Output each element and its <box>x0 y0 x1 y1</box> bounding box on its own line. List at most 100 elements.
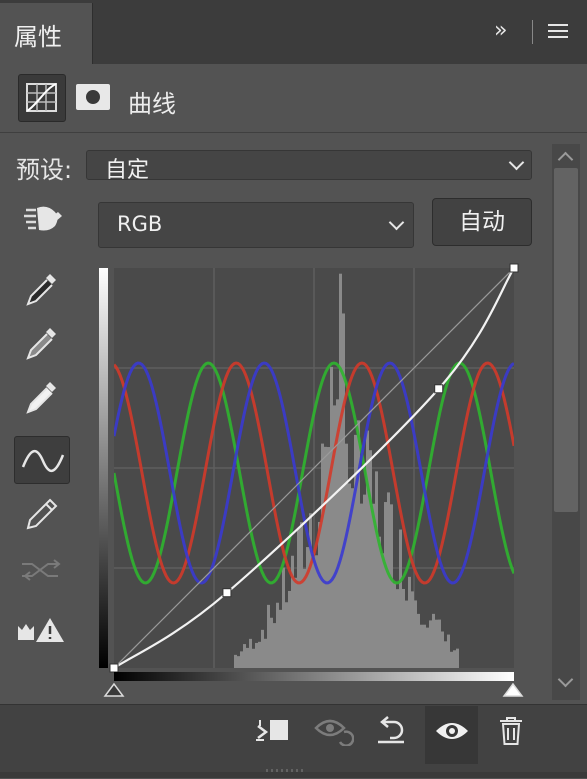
scrollbar-thumb[interactable] <box>554 168 578 512</box>
histogram-bar <box>270 617 273 668</box>
histogram-bar <box>342 313 345 668</box>
histogram-bar <box>237 656 240 668</box>
clipping-warning-icon[interactable] <box>14 606 70 654</box>
visibility-eye-icon[interactable] <box>433 718 471 744</box>
histogram-bar <box>288 590 291 668</box>
histogram-bar <box>444 641 447 668</box>
channel-dropdown[interactable]: RGB <box>98 202 414 248</box>
adjustment-title: 曲线 <box>128 90 176 118</box>
auto-button[interactable]: 自动 <box>432 198 532 246</box>
histogram-bar <box>438 619 441 668</box>
curve-point[interactable] <box>509 263 519 273</box>
histogram-bar <box>312 552 315 668</box>
histogram-bar <box>360 503 363 668</box>
pencil-draw-icon[interactable] <box>14 492 70 540</box>
histogram-bar <box>363 494 366 668</box>
histogram-bar <box>255 642 258 668</box>
white-input-slider[interactable] <box>502 682 524 697</box>
panel-bottom-edge <box>0 772 587 778</box>
histogram-bar <box>300 522 303 668</box>
histogram-bar <box>357 420 360 668</box>
histogram-bar <box>279 609 282 668</box>
histogram-bar <box>384 502 387 668</box>
chevron-down-icon <box>508 154 525 171</box>
tab-properties[interactable]: 属性 <box>0 3 93 64</box>
edit-curve-points-icon[interactable] <box>14 436 70 484</box>
output-gradient-bar <box>99 268 108 668</box>
collapse-panel-icon[interactable]: » <box>494 18 508 43</box>
histogram-bar <box>285 602 288 668</box>
histogram-bar <box>234 654 237 668</box>
histogram-bar <box>369 450 372 668</box>
target-adjust-hand-icon[interactable] <box>16 198 72 246</box>
histogram-bar <box>240 651 243 668</box>
preset-label: 预设: <box>16 156 73 184</box>
histogram-bar <box>387 492 390 668</box>
channel-value: RGB <box>117 212 163 236</box>
histogram-bar <box>306 547 309 668</box>
clip-to-layer-icon[interactable] <box>252 716 294 748</box>
histogram-bar <box>297 527 300 668</box>
curves-grid-icon[interactable] <box>18 74 66 122</box>
scroll-down-icon[interactable] <box>557 671 574 688</box>
histogram-bar <box>318 521 321 668</box>
divider <box>0 132 587 133</box>
histogram-bar <box>321 443 324 668</box>
histogram-bar <box>378 536 381 668</box>
curve-point[interactable] <box>434 384 444 394</box>
histogram-bar <box>294 577 297 668</box>
black-input-slider[interactable] <box>103 682 125 697</box>
histogram-bar <box>354 434 357 668</box>
histogram-bar <box>435 619 438 668</box>
histogram-bar <box>273 623 276 668</box>
histogram-bar <box>243 644 246 668</box>
histogram-bar <box>261 629 264 668</box>
preset-value: 自定 <box>105 158 150 183</box>
curves-graph[interactable] <box>96 262 532 702</box>
black-point-eyedropper-icon[interactable] <box>14 268 70 316</box>
histogram-bar <box>345 443 348 668</box>
histogram-bar <box>246 647 249 668</box>
histogram-bar <box>453 650 456 668</box>
white-point-eyedropper-icon[interactable] <box>14 376 70 424</box>
resize-grip[interactable] <box>266 760 310 775</box>
histogram-bar <box>258 641 261 668</box>
histogram-bar <box>408 576 411 668</box>
histogram-bar <box>267 604 270 668</box>
scroll-up-icon[interactable] <box>557 150 574 168</box>
histogram-bar <box>411 591 414 668</box>
histogram-bar <box>441 631 444 668</box>
panel-menu-icon[interactable] <box>548 24 568 42</box>
delete-trash-icon[interactable] <box>496 714 526 748</box>
histogram-bar <box>252 648 255 668</box>
histogram-bar <box>324 446 327 668</box>
histogram-bar <box>423 624 426 668</box>
tab-label: 属性 <box>14 23 62 51</box>
histogram-bar <box>420 624 423 668</box>
histogram-bar <box>282 567 285 668</box>
preset-dropdown[interactable]: 自定 <box>86 150 532 183</box>
curve-point[interactable] <box>109 663 119 673</box>
histogram-bar <box>375 471 378 668</box>
histogram-bar <box>381 553 384 668</box>
histogram-bar <box>429 620 432 668</box>
input-gradient-bar <box>114 672 514 681</box>
histogram-bar <box>276 602 279 668</box>
curve-point[interactable] <box>222 588 232 598</box>
histogram-bar <box>417 613 420 668</box>
histogram-bar <box>339 273 342 668</box>
histogram-bar <box>393 583 396 668</box>
histogram-bar <box>405 600 408 668</box>
view-previous-state-icon[interactable] <box>312 714 354 746</box>
histogram-bar <box>432 613 435 668</box>
histogram-bar <box>414 600 417 668</box>
divider <box>532 20 533 44</box>
histogram-bar <box>402 588 405 668</box>
layer-mask-icon[interactable] <box>76 84 110 110</box>
histogram-bar <box>330 366 333 668</box>
histogram-bar <box>264 638 267 668</box>
reset-icon[interactable] <box>372 714 414 746</box>
histogram-bar <box>390 504 393 668</box>
gray-point-eyedropper-icon[interactable] <box>14 322 70 370</box>
smooth-curve-icon <box>14 546 70 594</box>
